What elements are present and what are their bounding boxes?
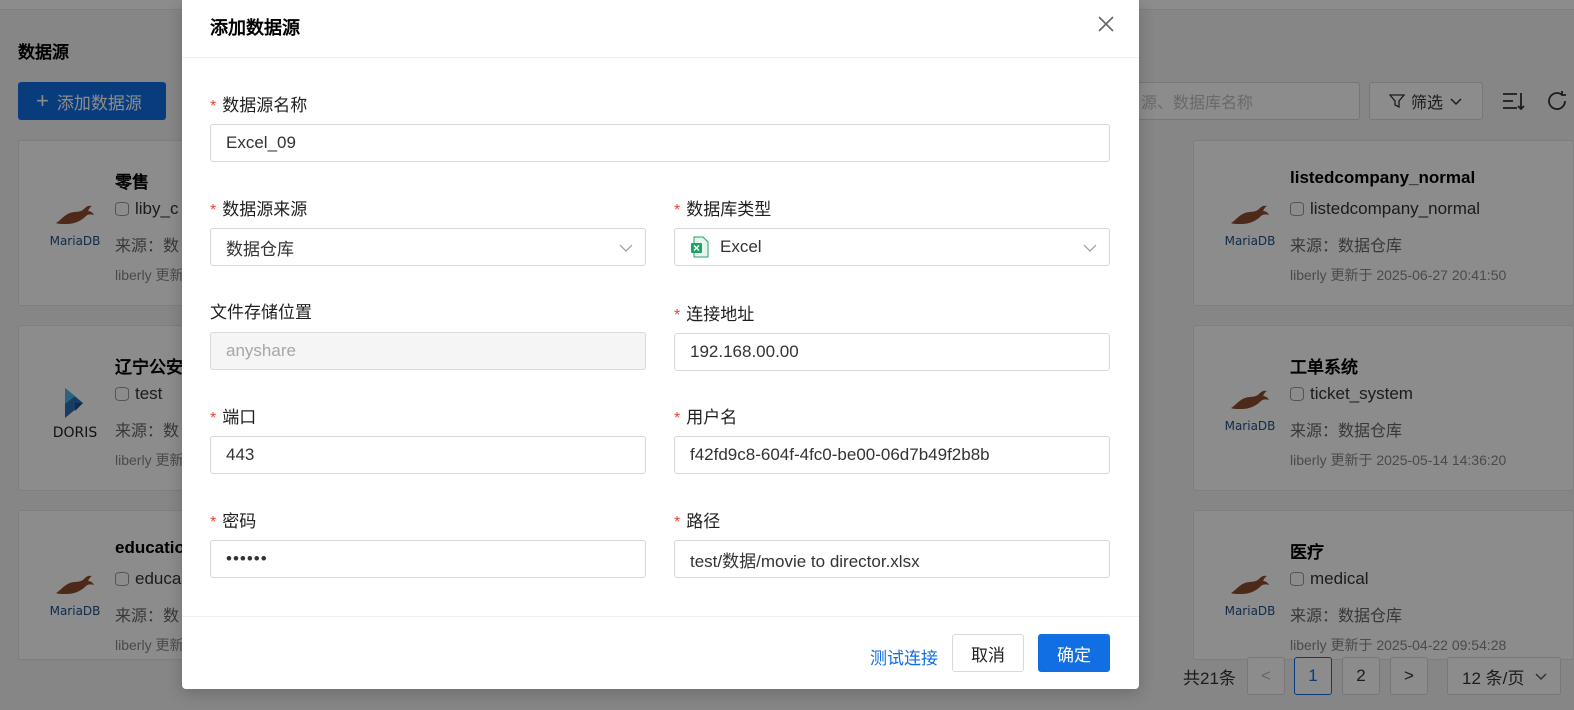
port-label: * 端口 — [210, 408, 257, 427]
type-label: * 数据库类型 — [674, 200, 772, 219]
path-input[interactable]: test/数据/movie to director.xlsx — [674, 540, 1110, 578]
type-select[interactable]: Excel — [674, 228, 1110, 266]
chevron-down-icon — [1083, 244, 1097, 252]
name-label: * 数据源名称 — [210, 96, 308, 115]
port-input[interactable]: 443 — [210, 436, 646, 474]
password-label: * 密码 — [210, 512, 257, 531]
source-select[interactable]: 数据仓库 — [210, 228, 646, 266]
address-input[interactable]: 192.168.00.00 — [674, 333, 1110, 371]
source-label: * 数据源来源 — [210, 200, 308, 219]
modal-title: 添加数据源 — [210, 18, 300, 38]
excel-icon — [690, 236, 710, 258]
password-input[interactable]: •••••• — [210, 540, 646, 578]
test-connection-link[interactable]: 测试连接 — [870, 644, 938, 669]
storage-input: anyshare — [210, 332, 646, 370]
confirm-button[interactable]: 确定 — [1038, 634, 1110, 672]
add-datasource-modal: 添加数据源 * 数据源名称 Excel_09 * 数据源来源 数据仓库 * 数据库类型… — [182, 0, 1139, 689]
name-input[interactable]: Excel_09 — [210, 124, 1110, 162]
chevron-down-icon — [619, 244, 633, 252]
cancel-button[interactable]: 取消 — [952, 634, 1024, 672]
close-icon[interactable] — [1094, 12, 1118, 36]
user-input[interactable]: f42fd9c8-604f-4fc0-be00-06d7b49f2b8b — [674, 436, 1110, 474]
path-label: * 路径 — [674, 512, 721, 531]
storage-label: 文件存储位置 — [210, 303, 312, 322]
modal-header: 添加数据源 — [182, 0, 1139, 58]
address-label: * 连接地址 — [674, 305, 755, 324]
user-label: * 用户名 — [674, 408, 738, 427]
